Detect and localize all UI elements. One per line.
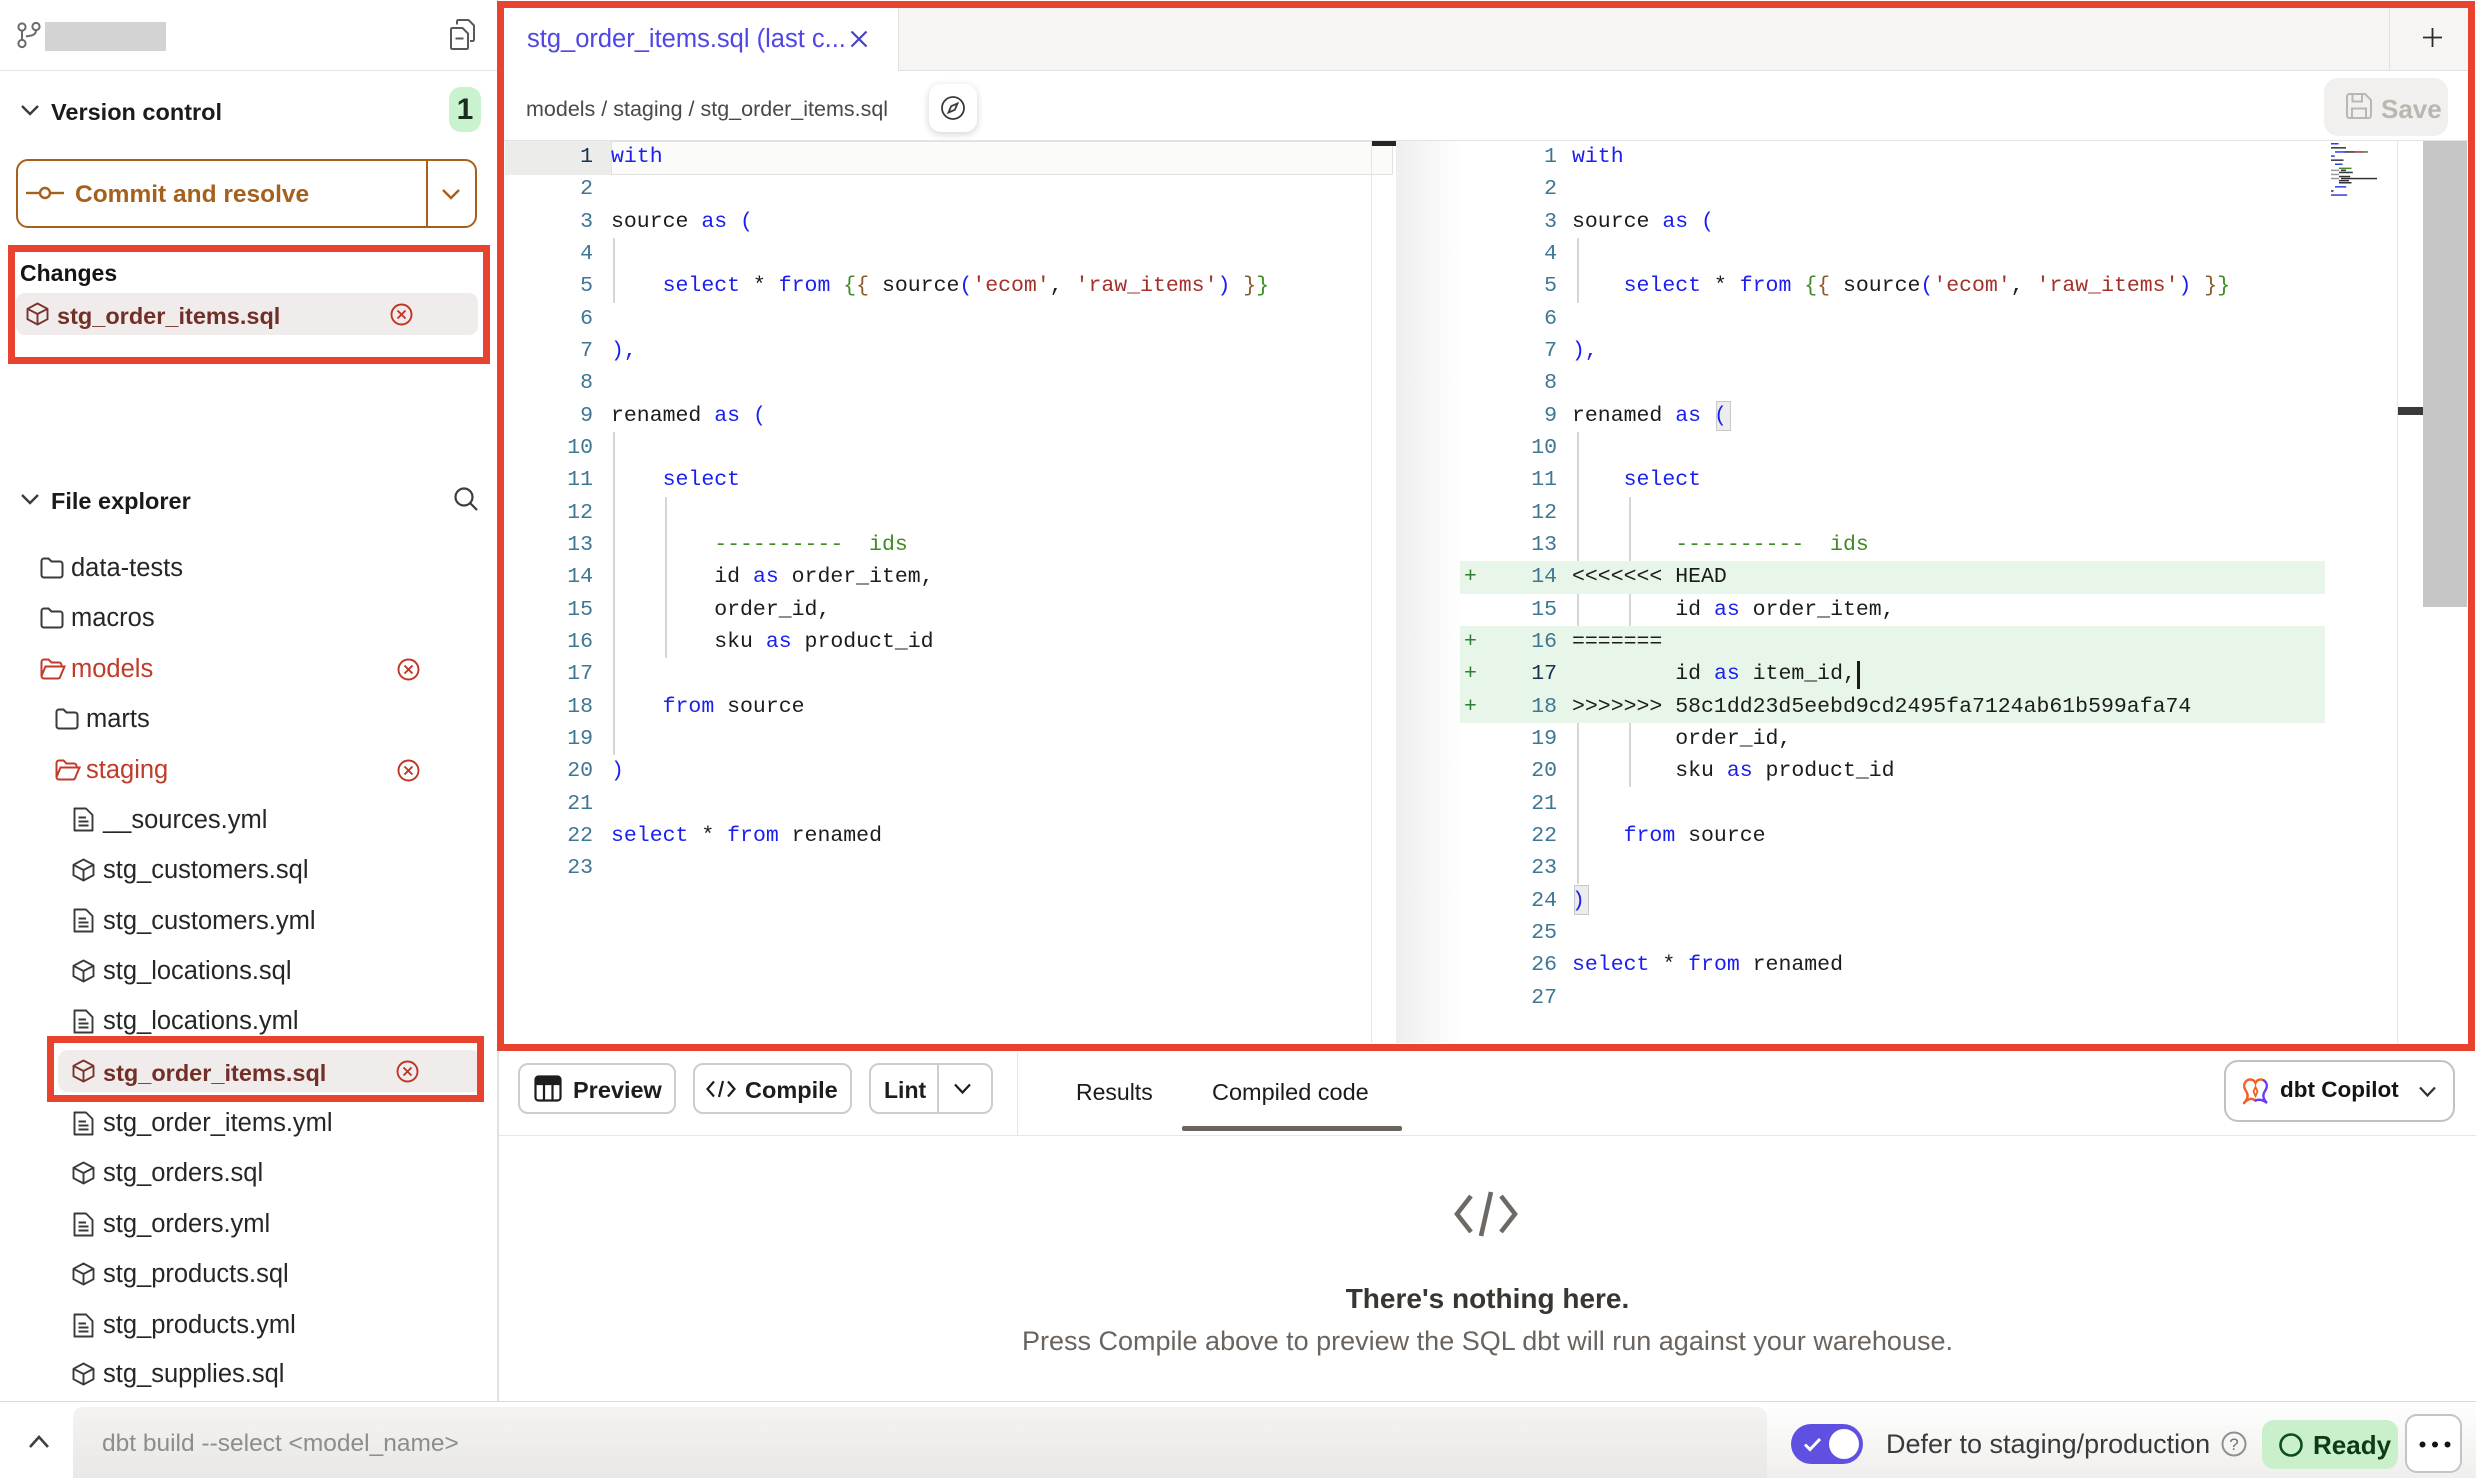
svg-text:?: ? (2229, 1435, 2238, 1454)
